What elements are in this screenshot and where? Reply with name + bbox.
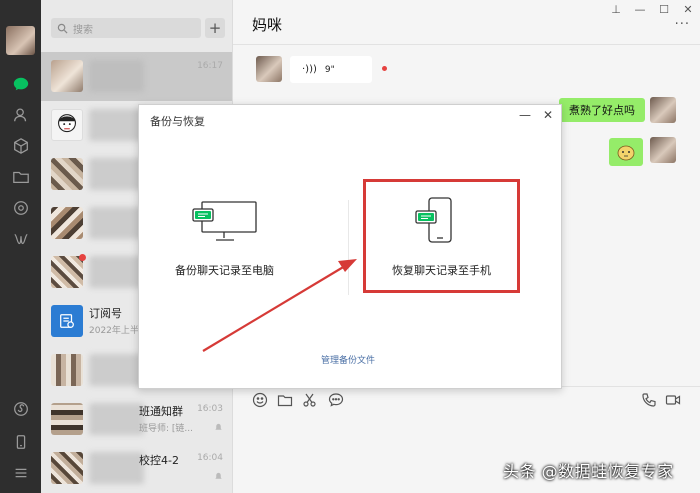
sticker-icon xyxy=(617,145,635,161)
item-name: 订阅号 xyxy=(89,307,122,320)
computer-icon xyxy=(192,201,257,241)
mute-icon xyxy=(215,472,222,479)
backup-to-pc-label: 备份聊天记录至电脑 xyxy=(175,264,274,277)
more-button[interactable]: ··· xyxy=(675,17,690,32)
chat-icon[interactable] xyxy=(0,72,41,96)
self-avatar[interactable] xyxy=(650,137,676,163)
list-item[interactable]: 班通知群 16:03 班导师: [链... xyxy=(41,395,232,444)
file-icon[interactable] xyxy=(277,392,293,408)
avatar xyxy=(51,158,83,190)
voice-duration: 9" xyxy=(324,64,335,75)
item-time: 16:04 xyxy=(197,453,223,463)
subscriptions-icon xyxy=(51,305,83,337)
restore-to-phone-label: 恢复聊天记录至手机 xyxy=(392,264,491,277)
miniprogram-icon[interactable] xyxy=(0,397,41,421)
item-name: 校控4-2 xyxy=(139,454,179,467)
emoji-icon[interactable] xyxy=(252,392,268,408)
unread-dot xyxy=(382,66,387,71)
video-call-icon[interactable] xyxy=(665,392,681,408)
search-icon xyxy=(57,23,68,34)
sticker-message[interactable] xyxy=(609,138,643,166)
avatar xyxy=(51,109,83,141)
phone-icon[interactable] xyxy=(0,430,41,454)
contact-avatar[interactable] xyxy=(256,56,282,82)
add-button[interactable]: + xyxy=(205,18,225,38)
watermark: 头条 @数据蛙恢复专家 xyxy=(503,462,674,481)
avatar xyxy=(51,403,83,435)
self-avatar[interactable] xyxy=(650,97,676,123)
favorites-icon[interactable] xyxy=(0,134,41,158)
window-controls: ⊥ — ☐ ✕ xyxy=(604,0,700,18)
chat-history-icon[interactable] xyxy=(328,392,344,408)
phone-icon xyxy=(415,197,452,243)
item-name: 班通知群 xyxy=(139,405,183,418)
dialog-title: 备份与恢复 xyxy=(150,115,205,128)
avatar[interactable] xyxy=(6,26,35,55)
dialog-minimize-button[interactable]: — xyxy=(519,108,531,122)
dialog-close-button[interactable]: ✕ xyxy=(543,108,553,122)
list-item[interactable]: 校控4-2 16:04 xyxy=(41,444,232,493)
close-button[interactable]: ✕ xyxy=(676,0,700,18)
avatar xyxy=(51,207,83,239)
avatar xyxy=(51,354,83,386)
item-time: 16:17 xyxy=(197,61,223,71)
minimize-button[interactable]: — xyxy=(628,0,652,18)
channels-icon[interactable] xyxy=(0,227,41,251)
avatar xyxy=(51,60,83,92)
unread-badge xyxy=(79,254,86,261)
avatar xyxy=(51,256,83,288)
manage-backup-files-link[interactable]: 管理备份文件 xyxy=(321,353,375,366)
item-time: 16:03 xyxy=(197,404,223,414)
screenshot-icon[interactable] xyxy=(302,392,318,408)
nav-rail xyxy=(0,0,41,493)
maximize-button[interactable]: ☐ xyxy=(652,0,676,18)
voice-message[interactable]: ·))) 9" xyxy=(290,56,372,83)
search-input[interactable]: 搜索 xyxy=(51,18,201,38)
item-preview: 班导师: [链... xyxy=(139,424,193,434)
voice-icon: ·))) xyxy=(302,64,317,75)
voice-call-icon[interactable] xyxy=(641,392,657,408)
chat-title: 妈咪 xyxy=(252,16,283,34)
sent-message[interactable]: 煮熟了好点吗 xyxy=(559,98,645,122)
pin-button[interactable]: ⊥ xyxy=(604,0,628,18)
list-item[interactable]: 16:17 xyxy=(41,52,232,101)
folder-icon[interactable] xyxy=(0,165,41,189)
avatar xyxy=(51,452,83,484)
backup-restore-dialog: 备份与恢复 — ✕ 备份聊天记录至电脑 恢复聊天记录至手机 管理备份文件 xyxy=(138,104,562,389)
contacts-icon[interactable] xyxy=(0,103,41,127)
moments-icon[interactable] xyxy=(0,196,41,220)
search-placeholder: 搜索 xyxy=(73,24,93,36)
mute-icon xyxy=(215,423,222,430)
menu-icon[interactable] xyxy=(0,461,41,485)
